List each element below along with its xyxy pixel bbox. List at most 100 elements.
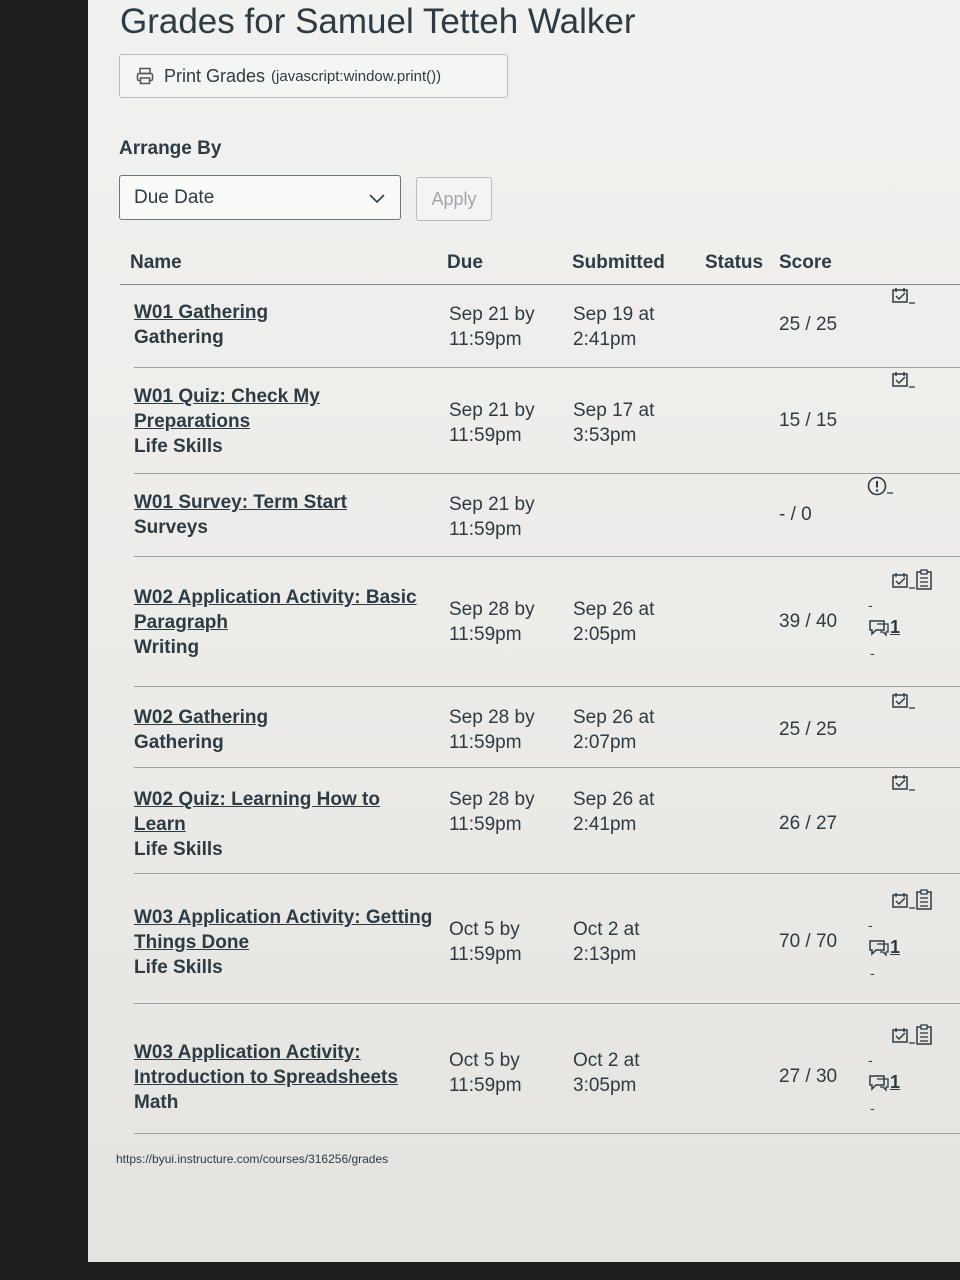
arrange-by-value: Due Date [134, 186, 215, 208]
column-header-status[interactable]: Status [705, 252, 763, 274]
row-divider [134, 767, 960, 768]
assignment-cell: W01 Quiz: Check My Preparations Life Skil… [134, 384, 434, 459]
submission-icon [892, 1028, 915, 1044]
due-time-line: 11:59pm [449, 814, 522, 835]
due-date-line: Oct 5 by [449, 919, 520, 940]
column-header-score[interactable]: Score [779, 252, 832, 274]
row-actions [866, 370, 946, 460]
comments-button[interactable]: 1 [868, 617, 900, 638]
assignment-category: Gathering [134, 327, 224, 348]
submission-icon [892, 775, 915, 791]
dash-mark: - [870, 1100, 875, 1116]
due-date-line: Oct 5 by [449, 1050, 520, 1071]
column-header-submitted[interactable]: Submitted [572, 252, 665, 274]
due-date: Oct 5 by 11:59pm [449, 1048, 569, 1098]
assignment-link[interactable]: W03 Application Activity: Getting Things… [134, 907, 432, 953]
submitted-date-line: Oct 2 at [573, 919, 640, 940]
comment-count: 1 [890, 937, 901, 957]
dash-mark: - [868, 597, 873, 613]
row-divider [134, 686, 960, 687]
due-time-line: 11:59pm [449, 425, 522, 446]
print-grades-label: Print Grades [164, 65, 266, 86]
submitted-date-line: Oct 2 at [573, 1050, 640, 1071]
submitted-date-line: Sep 26 at [573, 599, 655, 620]
submitted-date: Oct 2 at 2:13pm [573, 917, 693, 967]
submitted-date-line: Sep 26 at [573, 707, 655, 728]
row-divider [134, 873, 960, 874]
apply-button[interactable]: Apply [416, 177, 492, 221]
score-value: 39 / 40 [779, 611, 838, 632]
comments-button[interactable]: 1 [868, 1072, 900, 1093]
row-actions: -1- [866, 889, 946, 981]
row-divider [134, 473, 960, 474]
column-header-name[interactable]: Name [130, 252, 182, 274]
assignment-category: Math [134, 1092, 179, 1113]
submitted-date: Sep 26 at 2:07pm [573, 705, 693, 755]
comment-icon [869, 619, 889, 637]
header-rule [120, 284, 960, 285]
page-title: Grades for Samuel Tetteh Walker [120, 2, 636, 41]
assignment-link[interactable]: W01 Gathering [134, 302, 268, 323]
due-date: Oct 5 by 11:59pm [449, 917, 569, 967]
submission-icon [892, 573, 915, 589]
assignment-link[interactable]: W02 Gathering [134, 707, 268, 728]
assignment-cell: W02 Application Activity: Basic Paragrap… [134, 585, 434, 660]
rubric-icon [916, 1024, 932, 1045]
due-date: Sep 21 by 11:59pm [449, 492, 569, 542]
assignment-category: Writing [134, 637, 200, 658]
arrange-by-select[interactable]: Due Date [119, 175, 401, 220]
due-date-line: Sep 21 by [449, 304, 535, 325]
row-divider [134, 1133, 960, 1134]
due-time-line: 11:59pm [449, 1075, 522, 1096]
arrange-by-label: Arrange By [119, 138, 222, 159]
due-date: Sep 28 by 11:59pm [449, 705, 569, 755]
dash-mark: - [870, 645, 875, 661]
due-date: Sep 28 by 11:59pm [449, 597, 569, 647]
submitted-time-line: 2:05pm [573, 624, 637, 645]
assignment-category: Life Skills [134, 957, 223, 978]
assignment-cell: W01 Survey: Term Start Surveys [134, 490, 434, 540]
score-value: 26 / 27 [779, 813, 838, 834]
score-value: 15 / 15 [779, 410, 838, 431]
due-date-line: Sep 21 by [449, 494, 535, 515]
score-value: 25 / 25 [779, 719, 838, 740]
assignment-category: Surveys [134, 517, 208, 538]
due-date-line: Sep 28 by [449, 789, 535, 810]
assignment-cell: W03 Application Activity: Getting Things… [134, 905, 434, 980]
print-grades-url: (javascript:window.print()) [271, 67, 442, 85]
submitted-date: Sep 26 at 2:41pm [573, 787, 693, 837]
alert-icon [867, 476, 893, 496]
due-date: Sep 21 by 11:59pm [449, 398, 569, 448]
submitted-date-line: Sep 17 at [573, 400, 655, 421]
comments-button[interactable]: 1 [868, 937, 900, 958]
assignment-cell: W03 Application Activity: Introduction t… [134, 1040, 434, 1115]
print-grades-button[interactable]: Print Grades (javascript:window.print()) [119, 54, 508, 98]
chevron-down-icon [369, 193, 385, 203]
submitted-date: Sep 17 at 3:53pm [573, 398, 693, 448]
submitted-date: Sep 26 at 2:05pm [573, 597, 693, 647]
row-divider [134, 1003, 960, 1004]
assignment-cell: W02 Gathering Gathering [134, 705, 434, 755]
assignment-link[interactable]: W02 Application Activity: Basic Paragrap… [134, 587, 417, 633]
submitted-time-line: 2:07pm [573, 732, 637, 753]
dash-mark: - [870, 965, 875, 981]
assignment-cell: W01 Gathering Gathering [134, 300, 434, 350]
submitted-time-line: 2:41pm [573, 814, 637, 835]
row-actions: -1- [866, 569, 946, 661]
column-header-due[interactable]: Due [447, 252, 483, 274]
assignment-link[interactable]: W03 Application Activity: Introduction t… [134, 1042, 398, 1088]
comment-icon [869, 1074, 889, 1092]
score-value: 70 / 70 [779, 931, 838, 952]
due-time-line: 11:59pm [449, 944, 522, 965]
assignment-link[interactable]: W01 Survey: Term Start [134, 492, 347, 513]
submitted-date-line: Sep 19 at [573, 304, 655, 325]
comment-count: 1 [890, 617, 901, 637]
score-value: 27 / 30 [779, 1066, 838, 1087]
due-date-line: Sep 28 by [449, 599, 535, 620]
assignment-link[interactable]: W01 Quiz: Check My Preparations [134, 386, 320, 432]
row-divider [134, 556, 960, 557]
assignment-link[interactable]: W02 Quiz: Learning How to Learn [134, 789, 380, 835]
dash-mark: - [868, 1052, 873, 1068]
submitted-date: Oct 2 at 3:05pm [573, 1048, 693, 1098]
assignment-category: Life Skills [134, 436, 223, 457]
